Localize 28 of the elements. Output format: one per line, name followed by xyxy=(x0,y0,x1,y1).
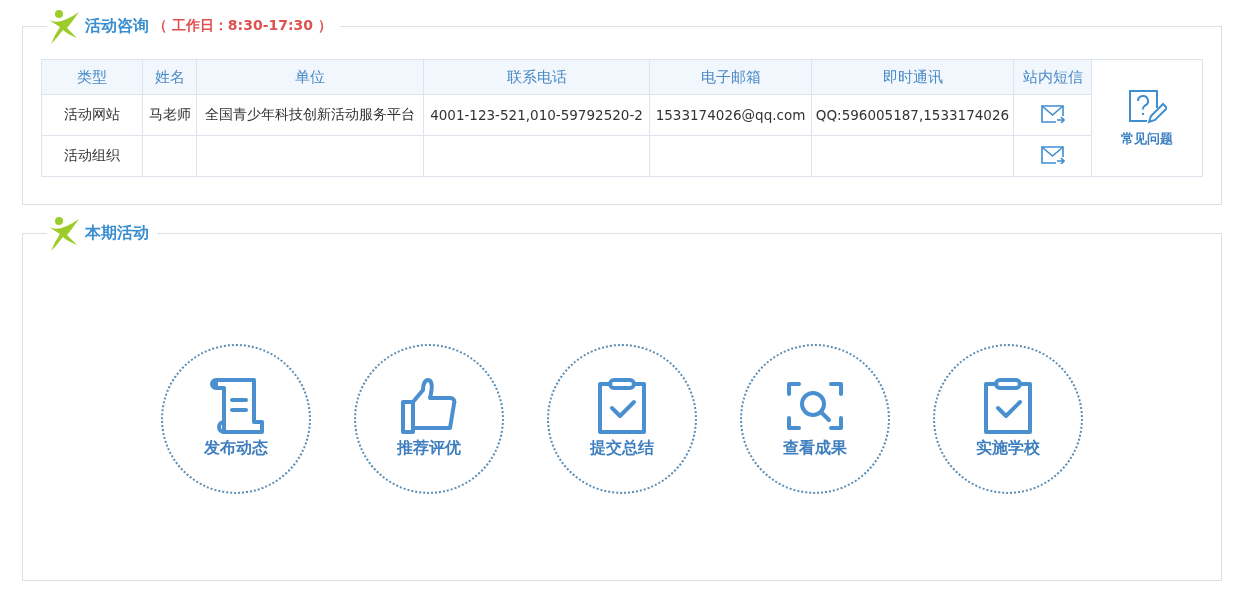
section-title: 活动咨询 xyxy=(85,15,149,37)
column-header: 姓名 xyxy=(142,59,197,95)
activity-link[interactable]: 实施学校 xyxy=(933,343,1083,494)
faq-link[interactable]: 常见问题 xyxy=(1121,88,1173,148)
thumbs-up-icon xyxy=(399,378,459,434)
section-title: 本期活动 xyxy=(85,222,149,244)
column-header: 单位 xyxy=(196,59,424,95)
table-cell: 马老师 xyxy=(142,94,197,136)
activity-link[interactable]: 推荐评优 xyxy=(354,343,504,494)
working-hours: （ 工作日：8:30-17:30 ） xyxy=(153,17,332,35)
table-cell: 全国青少年科技创新活动服务平台 xyxy=(196,94,424,136)
activity-link[interactable]: 查看成果 xyxy=(740,343,890,494)
activity-link[interactable]: 发布动态 xyxy=(161,343,311,494)
column-header: 即时通讯 xyxy=(811,59,1014,95)
column-header: 站内短信 xyxy=(1013,59,1092,95)
question-edit-icon xyxy=(1127,88,1167,126)
table-cell: 活动网站 xyxy=(41,94,143,136)
table-cell: QQ:596005187,1533174026 xyxy=(811,94,1014,136)
mail-icon[interactable] xyxy=(1040,104,1065,123)
table-cell: 1533174026@qq.com xyxy=(649,94,812,136)
table-cell: 活动组织 xyxy=(41,135,143,177)
mail-icon[interactable] xyxy=(1040,145,1065,164)
column-header: 电子邮箱 xyxy=(649,59,812,95)
activity-link[interactable]: 提交总结 xyxy=(547,343,697,494)
table-cell: 4001-123-521,010-59792520-2 xyxy=(423,94,650,136)
column-header: 联系电话 xyxy=(423,59,650,95)
table-cell xyxy=(142,135,197,177)
column-header: 类型 xyxy=(41,59,143,95)
